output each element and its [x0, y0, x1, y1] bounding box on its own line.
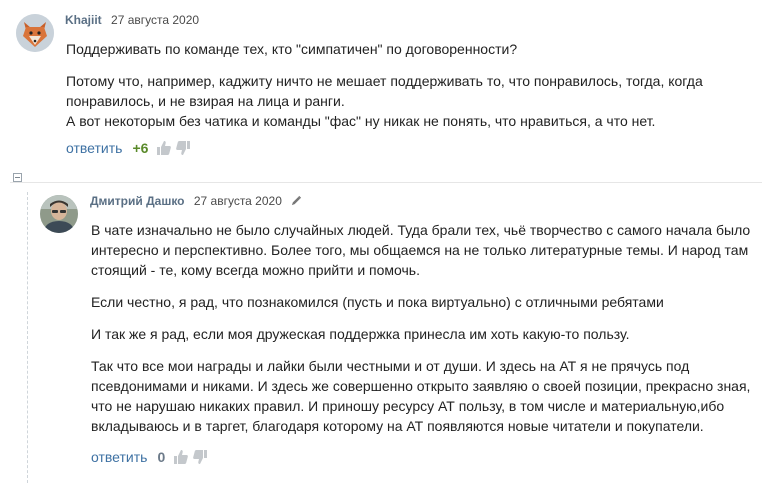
comment-line: Так что все мои награды и лайки были чес…: [91, 358, 690, 374]
comment-actions: ответить +6: [66, 140, 194, 156]
rating-score: 0: [157, 449, 166, 465]
rating-score: +6: [132, 140, 149, 156]
comment-line: интересно и перспективно. Более того, мы…: [91, 242, 749, 258]
avatar[interactable]: [16, 14, 54, 52]
comment-line: понравилось, и не взирая на лица и ранги…: [66, 93, 345, 109]
comment-line: А вот некоторым без чатика и команды "фа…: [66, 113, 656, 129]
comment-paragraph: Если честно, я рад, что познакомился (пу…: [91, 292, 761, 312]
comment-body: В чате изначально не было случайных люде…: [91, 220, 761, 436]
collapse-thread-button[interactable]: [13, 173, 22, 182]
comment-paragraph: Так что все мои награды и лайки были чес…: [91, 356, 761, 436]
avatar[interactable]: [40, 195, 78, 233]
comment-line: вкладываюсь и в таргет, благодаря которо…: [91, 418, 704, 434]
comment-line: В чате изначально не было случайных люде…: [91, 222, 751, 238]
thread-divider: [10, 182, 762, 183]
comment-line: стоящий - те, кому всегда можно прийти и…: [91, 262, 420, 278]
thumbs-down-icon[interactable]: [192, 449, 208, 465]
reply-link[interactable]: ответить: [66, 140, 122, 156]
comment-paragraph: В чате изначально не было случайных люде…: [91, 220, 761, 280]
comment-line: псевдонимами и никами. И здесь же соверш…: [91, 378, 751, 394]
comment-paragraph: Потому что, например, каджиту ничто не м…: [66, 71, 756, 131]
comment-actions: ответить 0: [91, 449, 211, 465]
pencil-icon[interactable]: [291, 195, 302, 209]
reply-link[interactable]: ответить: [91, 449, 147, 465]
author-name[interactable]: Khajiit: [65, 13, 102, 27]
comment-meta: Дмитрий Дашко 27 августа 2020: [90, 194, 302, 209]
comment-paragraph: Поддерживать по команде тех, кто "симпат…: [66, 39, 756, 59]
user-photo-avatar-icon: [40, 195, 78, 233]
comment-line: Если честно, я рад, что познакомился (пу…: [91, 294, 664, 310]
comment-body: Поддерживать по команде тех, кто "симпат…: [66, 39, 756, 131]
comment-line: Поддерживать по команде тех, кто "симпат…: [66, 41, 518, 57]
comment-paragraph: И так же я рад, если моя дружеская подде…: [91, 324, 761, 344]
comment-line: Потому что, например, каджиту ничто не м…: [66, 73, 703, 89]
comment-date: 27 августа 2020: [193, 194, 282, 208]
thumbs-up-icon[interactable]: [173, 449, 189, 465]
thread-line: [27, 192, 28, 483]
fox-avatar-icon: [16, 14, 54, 52]
comment-date: 27 августа 2020: [111, 13, 200, 27]
comment-meta: Khajiit 27 августа 2020: [65, 13, 199, 27]
thumbs-up-icon[interactable]: [156, 140, 172, 156]
comment-line: И так же я рад, если моя дружеская подде…: [91, 326, 630, 342]
author-name[interactable]: Дмитрий Дашко: [90, 194, 185, 208]
thumbs-down-icon[interactable]: [175, 140, 191, 156]
comment-line: что не нарушаю никаких правил. И приношу…: [91, 398, 725, 414]
